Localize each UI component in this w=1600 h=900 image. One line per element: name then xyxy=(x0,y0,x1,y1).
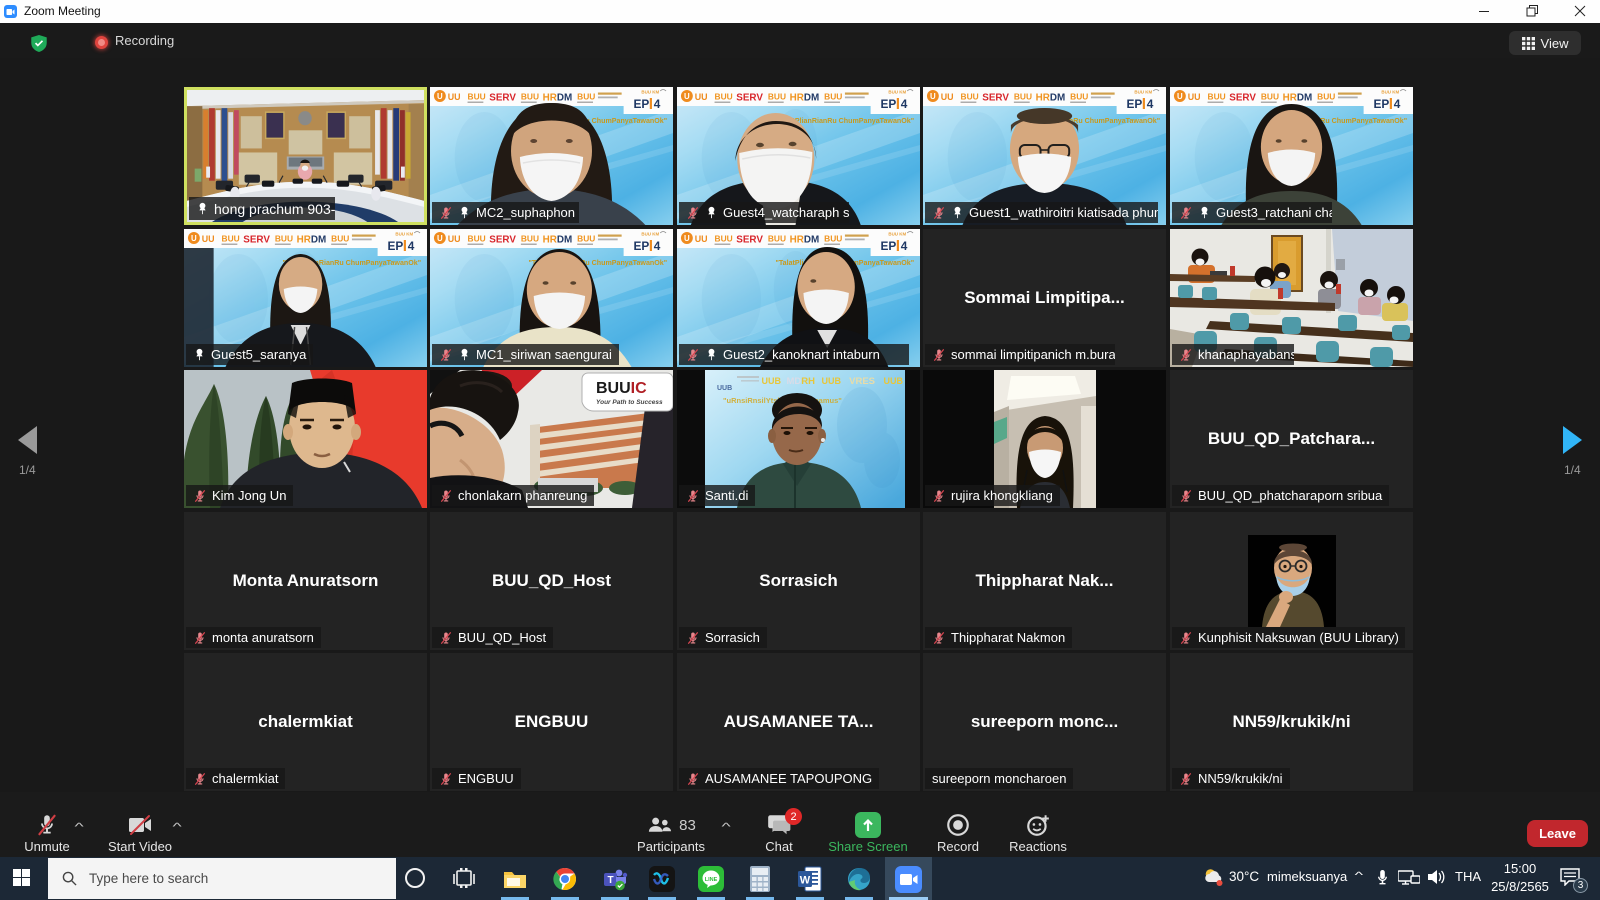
svg-text:SERV: SERV xyxy=(489,92,516,103)
svg-text:VRES: VRES xyxy=(849,376,875,387)
svg-text:SERV: SERV xyxy=(1229,92,1256,103)
svg-text:T: T xyxy=(607,875,613,886)
svg-text:UU: UU xyxy=(202,234,215,244)
svg-text:U: U xyxy=(1177,92,1183,101)
svg-text:UUB: UUB xyxy=(884,376,904,386)
svg-text:UU: UU xyxy=(695,234,708,244)
svg-text:HRDM: HRDM xyxy=(543,234,573,245)
svg-text:BUU: BUU xyxy=(715,91,733,101)
svg-text:U: U xyxy=(191,234,197,243)
svg-text:BUU KM: BUU KM xyxy=(641,89,659,94)
svg-text:BUU: BUU xyxy=(768,91,786,101)
svg-text:EP: EP xyxy=(880,239,896,253)
svg-text:BUU: BUU xyxy=(1317,91,1335,101)
svg-text:BUU KM: BUU KM xyxy=(395,231,413,236)
svg-text:BUU: BUU xyxy=(468,91,486,101)
svg-text:EP: EP xyxy=(633,97,649,111)
svg-text:U: U xyxy=(930,92,936,101)
svg-text:SERV: SERV xyxy=(489,234,516,245)
svg-text:BUU KM: BUU KM xyxy=(888,89,906,94)
svg-text:UUB: UUB xyxy=(822,376,842,386)
svg-text:BUU KM: BUU KM xyxy=(1134,89,1152,94)
svg-text:BUU KM: BUU KM xyxy=(1381,89,1399,94)
svg-text:SERV: SERV xyxy=(243,234,270,245)
svg-text:BUU: BUU xyxy=(824,233,842,243)
svg-text:UU: UU xyxy=(448,92,461,102)
svg-text:BUU: BUU xyxy=(222,233,240,243)
svg-text:HRDM: HRDM xyxy=(790,92,820,103)
svg-text:HRDM: HRDM xyxy=(297,234,327,245)
svg-text:U: U xyxy=(437,92,443,101)
svg-text:HRDM: HRDM xyxy=(790,234,820,245)
svg-text:4: 4 xyxy=(1394,97,1401,111)
svg-text:SERV: SERV xyxy=(736,92,763,103)
svg-text:BUU: BUU xyxy=(1014,91,1032,101)
svg-text:UU: UU xyxy=(941,92,954,102)
svg-text:BUUIC: BUUIC xyxy=(596,380,647,397)
svg-text:HRDM: HRDM xyxy=(1283,92,1313,103)
svg-text:BUU: BUU xyxy=(275,233,293,243)
svg-text:BUU: BUU xyxy=(715,233,733,243)
svg-text:LINE: LINE xyxy=(705,877,718,883)
svg-text:U: U xyxy=(684,92,690,101)
svg-text:BUU: BUU xyxy=(768,233,786,243)
svg-text:EP: EP xyxy=(880,97,896,111)
svg-text:U: U xyxy=(684,234,690,243)
svg-text:4: 4 xyxy=(901,239,908,253)
svg-text:U: U xyxy=(437,234,443,243)
svg-text:BUU KM: BUU KM xyxy=(888,231,906,236)
svg-text:EP: EP xyxy=(1373,97,1389,111)
svg-text:SERV: SERV xyxy=(736,234,763,245)
svg-text:4: 4 xyxy=(654,97,661,111)
svg-text:BUU: BUU xyxy=(577,91,595,101)
svg-text:BUU: BUU xyxy=(521,233,539,243)
svg-text:EP: EP xyxy=(387,239,403,253)
svg-text:BUU: BUU xyxy=(1261,91,1279,101)
svg-text:EP: EP xyxy=(1126,97,1142,111)
svg-text:BUU: BUU xyxy=(577,233,595,243)
svg-text:BUU: BUU xyxy=(468,233,486,243)
svg-text:BUU: BUU xyxy=(1208,91,1226,101)
svg-text:W: W xyxy=(800,875,811,887)
svg-text:UU: UU xyxy=(1188,92,1201,102)
svg-text:BUU: BUU xyxy=(824,91,842,101)
svg-text:EP: EP xyxy=(633,239,649,253)
svg-text:BUU: BUU xyxy=(521,91,539,101)
svg-text:4: 4 xyxy=(654,239,661,253)
svg-text:BUU: BUU xyxy=(1070,91,1088,101)
svg-text:4: 4 xyxy=(1147,97,1154,111)
svg-text:UUB: UUB xyxy=(762,376,782,386)
svg-text:SERV: SERV xyxy=(982,92,1009,103)
svg-text:UU: UU xyxy=(448,234,461,244)
svg-text:HRDM: HRDM xyxy=(1036,92,1066,103)
svg-text:BUU: BUU xyxy=(331,233,349,243)
svg-text:UUB: UUB xyxy=(717,385,732,392)
svg-text:MDRH: MDRH xyxy=(786,376,815,387)
svg-text:Your Path to Success: Your Path to Success xyxy=(596,399,663,406)
svg-text:4: 4 xyxy=(408,239,415,253)
svg-text:BUU: BUU xyxy=(961,91,979,101)
svg-text:BUU KM: BUU KM xyxy=(641,231,659,236)
svg-text:4: 4 xyxy=(901,97,908,111)
svg-text:UU: UU xyxy=(695,92,708,102)
svg-text:HRDM: HRDM xyxy=(543,92,573,103)
